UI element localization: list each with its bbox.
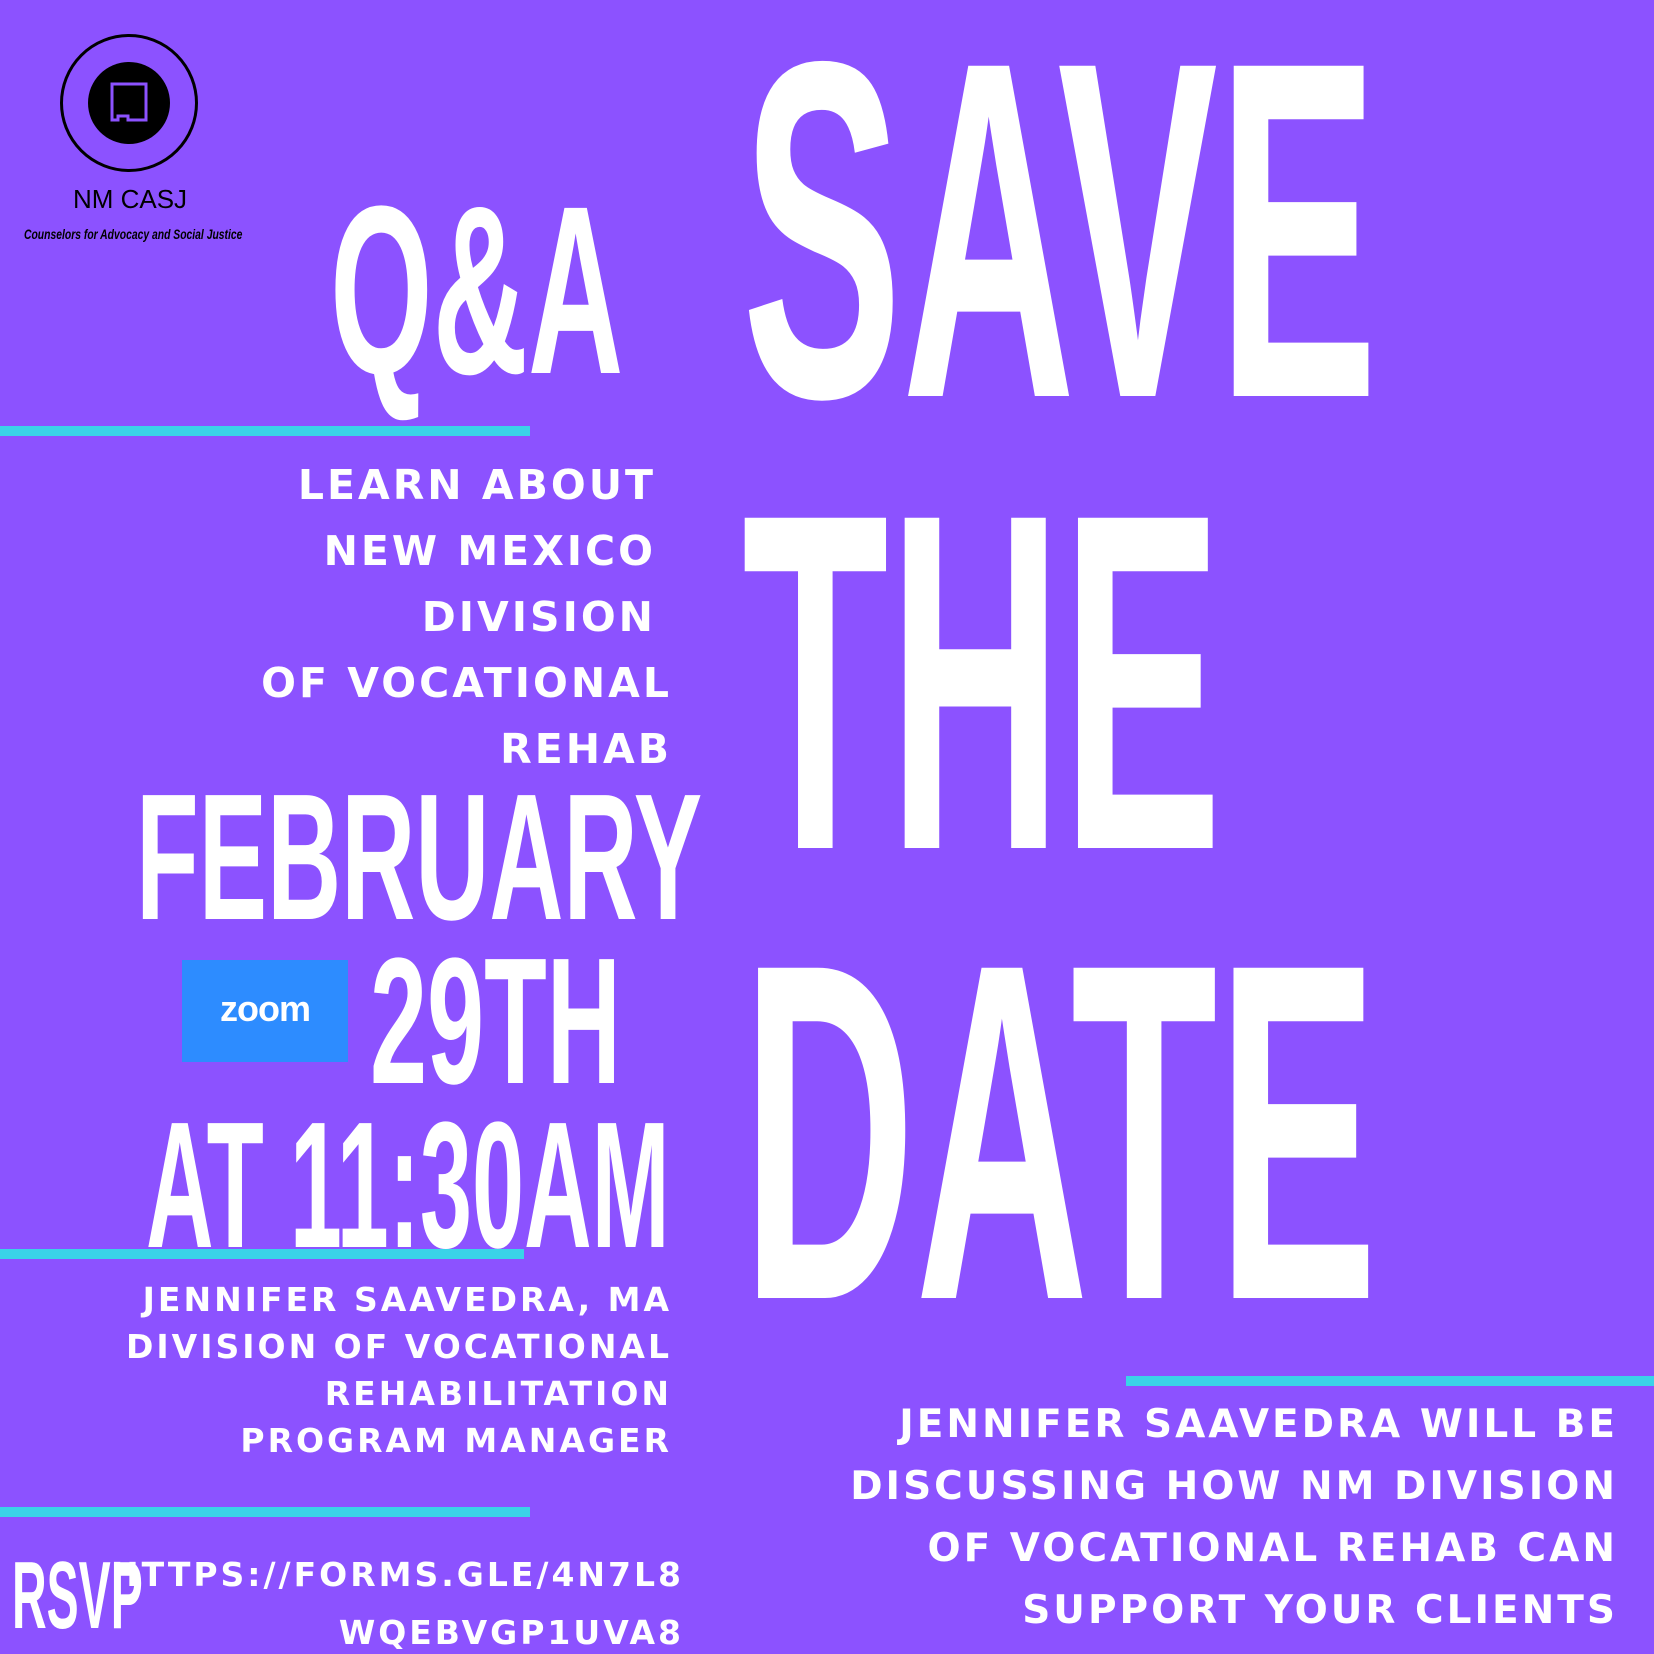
- learn-line: NEW MEXICO: [323, 527, 656, 575]
- date-heading: DATE: [742, 863, 1378, 1400]
- nm-casj-logo: [60, 34, 198, 172]
- logo-tagline: Counselors for Advocacy and Social Justi…: [24, 226, 243, 242]
- the-heading: THE: [742, 413, 1222, 950]
- rsvp-link[interactable]: HTTPS://FORMS.GLE/4N7L8 WQEBVGP1UVA8: [111, 1546, 684, 1654]
- speaker-line: JENNIFER SAAVEDRA, MA: [142, 1280, 672, 1319]
- rsvp-url-line[interactable]: HTTPS://FORMS.GLE/4N7L8: [111, 1546, 684, 1604]
- speaker-line: DIVISION OF VOCATIONAL: [125, 1327, 672, 1366]
- new-mexico-state-icon: [110, 82, 148, 122]
- learn-line: DIVISION: [421, 593, 656, 641]
- learn-line: LEARN ABOUT: [297, 461, 656, 509]
- divider-bottom-right: [1126, 1376, 1654, 1386]
- qa-title: Q&A: [330, 156, 624, 424]
- zoom-label: zoom: [220, 988, 311, 1029]
- speaker-block: JENNIFER SAAVEDRA, MA DIVISION OF VOCATI…: [126, 1276, 672, 1464]
- event-time: AT 11:30AM: [146, 1085, 670, 1286]
- learn-about-block: LEARN ABOUT NEW MEXICO DIVISION OF VOCAT…: [261, 452, 672, 782]
- logo-badge: [88, 62, 170, 144]
- speaker-line: REHABILITATION: [324, 1374, 672, 1413]
- description-line: JENNIFER SAAVEDRA WILL BE: [899, 1402, 1618, 1447]
- description-line: DISCUSSING HOW NM DIVISION: [850, 1464, 1618, 1509]
- divider-bottom-left: [0, 1507, 530, 1517]
- description-line: OF VOCATIONAL REHAB CAN: [927, 1526, 1618, 1571]
- zoom-logo: zoom: [182, 960, 348, 1062]
- logo-name: NM CASJ: [72, 184, 188, 214]
- rsvp-url-line[interactable]: WQEBVGP1UVA8: [111, 1604, 684, 1654]
- save-heading: SAVE: [742, 0, 1378, 498]
- description-line: SUPPORT YOUR CLIENTS: [1022, 1588, 1618, 1633]
- divider-top: [0, 426, 530, 436]
- save-the-date-poster: NM CASJ Counselors for Advocacy and Soci…: [0, 0, 1654, 1654]
- description-block: JENNIFER SAAVEDRA WILL BE DISCUSSING HOW…: [850, 1394, 1618, 1642]
- learn-line: OF VOCATIONAL: [261, 659, 672, 707]
- speaker-line: PROGRAM MANAGER: [240, 1421, 672, 1460]
